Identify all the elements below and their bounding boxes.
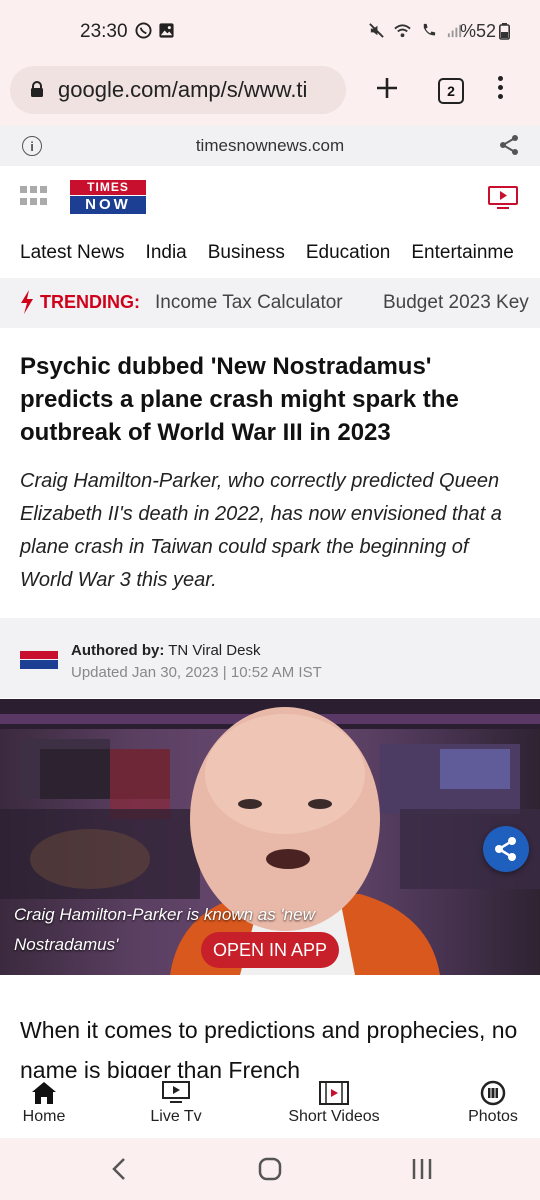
share-icon[interactable] bbox=[498, 134, 520, 156]
article-summary: Craig Hamilton-Parker, who correctly pre… bbox=[20, 470, 502, 591]
grid-menu-icon[interactable] bbox=[20, 186, 47, 206]
wifi-icon bbox=[394, 24, 411, 38]
logo-line2: NOW bbox=[70, 196, 146, 214]
tab-switcher-button[interactable]: 2 bbox=[438, 78, 464, 104]
lock-icon bbox=[31, 81, 43, 97]
bottom-nav-short-videos[interactable]: Short Videos bbox=[280, 1078, 388, 1126]
bolt-icon bbox=[21, 290, 33, 314]
share-fab-button[interactable] bbox=[483, 826, 529, 872]
share-icon bbox=[495, 837, 516, 861]
bottom-nav-photos[interactable]: Photos bbox=[458, 1078, 528, 1126]
mute-icon bbox=[369, 23, 384, 38]
updated-time: Updated Jan 30, 2023 | 10:52 AM IST bbox=[71, 664, 322, 681]
author-line: Authored by: TN Viral Desk bbox=[71, 642, 260, 659]
open-in-app-button[interactable]: OPEN IN APP bbox=[201, 932, 339, 968]
author-name[interactable]: TN Viral Desk bbox=[168, 642, 260, 659]
whatsapp-icon bbox=[135, 22, 152, 39]
bottom-nav-home[interactable]: Home bbox=[10, 1078, 78, 1126]
nav-india[interactable]: India bbox=[146, 242, 187, 264]
nav-latest-news[interactable]: Latest News bbox=[20, 242, 125, 264]
url-text: google.com/amp/s/www.ti bbox=[58, 77, 308, 102]
category-nav: Latest News India Business Education Ent… bbox=[20, 242, 535, 264]
author-logo bbox=[20, 651, 58, 669]
home-icon bbox=[32, 1082, 56, 1104]
author-label: Authored by: bbox=[71, 642, 165, 659]
logo-line1: TIMES bbox=[70, 180, 146, 195]
film-icon bbox=[319, 1081, 349, 1105]
status-right-icons bbox=[368, 22, 463, 39]
new-tab-button[interactable] bbox=[375, 76, 399, 100]
status-left-icons bbox=[135, 22, 175, 39]
recents-icon[interactable] bbox=[410, 1157, 434, 1181]
amp-domain: timesnownews.com bbox=[195, 136, 345, 155]
battery-icon bbox=[499, 23, 510, 40]
bottom-nav-live-tv[interactable]: Live Tv bbox=[142, 1078, 210, 1126]
nav-entertainment[interactable]: Entertainme bbox=[411, 242, 513, 264]
trending-item[interactable]: Budget 2023 Key bbox=[383, 292, 529, 314]
nav-education[interactable]: Education bbox=[306, 242, 391, 264]
times-now-logo[interactable]: TIMES NOW bbox=[70, 180, 146, 214]
bottom-nav-label: Live Tv bbox=[150, 1108, 202, 1125]
article-headline: Psychic dubbed 'New Nostradamus' predict… bbox=[20, 353, 459, 446]
trending-item[interactable]: Income Tax Calculator bbox=[155, 292, 343, 314]
bottom-nav-label: Short Videos bbox=[288, 1108, 380, 1125]
gallery-icon bbox=[159, 23, 174, 38]
battery-percent: %52 bbox=[460, 21, 497, 41]
menu-icon[interactable] bbox=[498, 76, 503, 103]
back-icon[interactable] bbox=[110, 1157, 128, 1181]
bottom-nav-label: Home bbox=[22, 1108, 66, 1125]
address-bar[interactable]: google.com/amp/s/www.ti bbox=[10, 66, 346, 114]
status-time: 23:30 bbox=[80, 21, 128, 42]
bottom-nav-label: Photos bbox=[468, 1108, 518, 1125]
home-button-icon[interactable] bbox=[258, 1157, 282, 1181]
trending-label: TRENDING: bbox=[40, 292, 140, 312]
call-icon bbox=[423, 23, 436, 36]
nav-business[interactable]: Business bbox=[208, 242, 285, 264]
live-tv-icon[interactable] bbox=[488, 186, 518, 210]
camera-icon bbox=[480, 1080, 506, 1106]
tv-icon bbox=[162, 1081, 190, 1103]
